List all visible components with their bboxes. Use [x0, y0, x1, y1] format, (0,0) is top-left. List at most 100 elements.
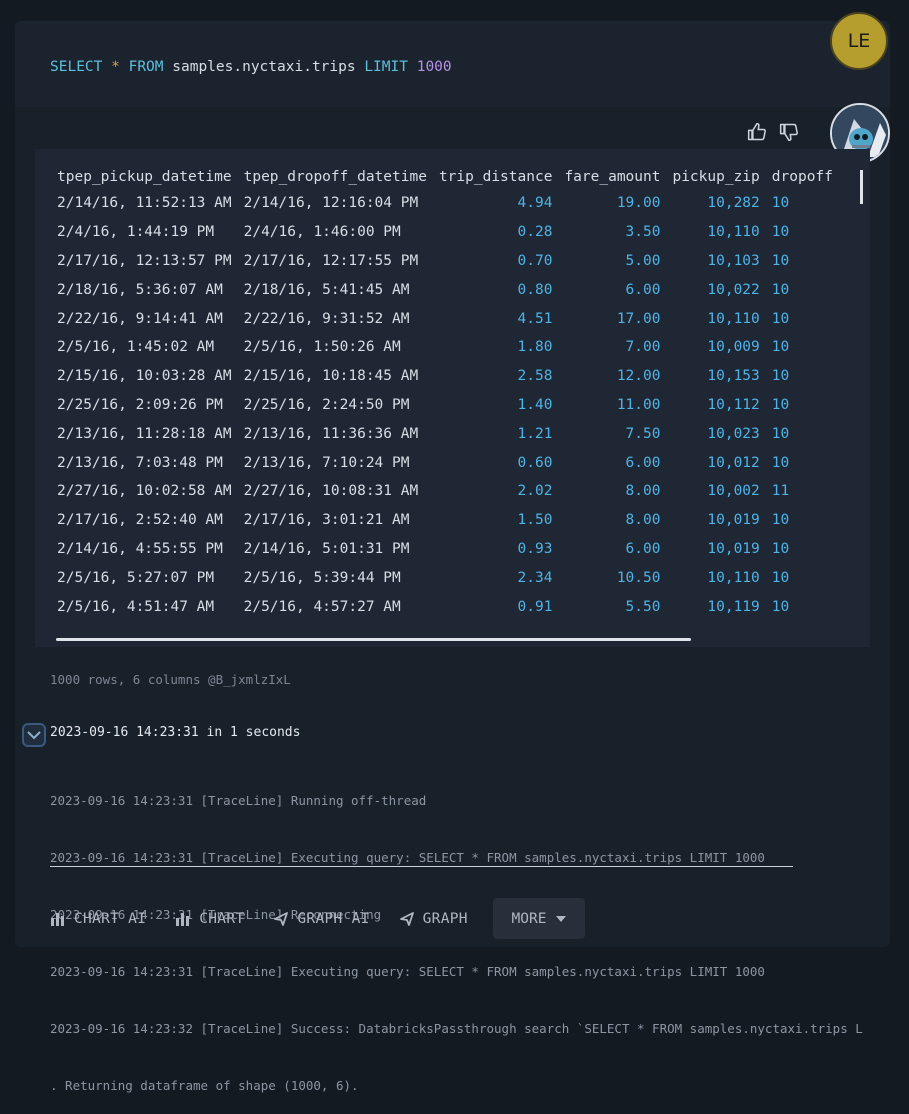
- thumbs-down-button[interactable]: [779, 122, 799, 146]
- table-cell: 17.00: [616, 310, 661, 327]
- caret-down-icon: [556, 915, 567, 922]
- table-cell: 2/17/16, 12:17:55 PM: [243, 252, 419, 269]
- table-row[interactable]: 2/17/16, 2:52:40 AM 2/17/16, 3:01:21 AM 1.…: [52, 506, 840, 535]
- table-row[interactable]: 2/5/16, 5:27:07 PM 2/5/16, 5:39:44 PM 2.34…: [52, 563, 840, 592]
- sql-table-name: trips: [311, 59, 356, 75]
- graph-ai-button[interactable]: GRAPH AI: [273, 911, 369, 927]
- table-row[interactable]: 2/27/16, 10:02:58 AM 2/27/16, 10:08:31 AM…: [52, 477, 840, 506]
- table-cell: 10: [771, 368, 790, 385]
- table-cell: 6.00: [625, 281, 661, 298]
- table-row[interactable]: 2/14/16, 11:52:13 AM 2/14/16, 12:16:04 PM…: [52, 189, 840, 218]
- table-row[interactable]: 2/25/16, 2:09:26 PM 2/25/16, 2:24:50 PM 1.…: [52, 391, 840, 420]
- table-cell: 10,103: [707, 252, 760, 269]
- sql-limit-value: 1000: [416, 59, 452, 75]
- button-label: GRAPH AI: [297, 910, 370, 927]
- sql-keyword-select: SELECT: [50, 59, 103, 75]
- table-cell: 2/22/16, 9:14:41 AM: [57, 310, 223, 327]
- log-scrollbar[interactable]: [50, 866, 793, 867]
- log-line: 2023-09-16 14:23:31 [TraceLine] Executin…: [50, 964, 765, 979]
- table-cell: 2/18/16, 5:36:07 AM: [57, 281, 223, 298]
- table-cell: 3.50: [625, 224, 661, 241]
- table-cell: 2/27/16, 10:02:58 AM: [57, 483, 232, 500]
- table-row[interactable]: 2/22/16, 9:14:41 AM 2/22/16, 9:31:52 AM 4.…: [52, 304, 840, 333]
- table-cell: 6.00: [625, 540, 661, 557]
- graph-button[interactable]: GRAPH: [399, 911, 468, 927]
- table-row[interactable]: 2/13/16, 11:28:18 AM 2/13/16, 11:36:36 AM…: [52, 419, 840, 448]
- table-row[interactable]: 2/4/16, 1:44:19 PM 2/4/16, 1:46:00 PM 0.28…: [52, 218, 840, 247]
- table-cell: 2/13/16, 7:03:48 PM: [57, 454, 223, 471]
- column-header[interactable]: tpep_dropoff_datetime: [239, 165, 434, 189]
- table-cell: 2/13/16, 11:36:36 AM: [243, 425, 419, 442]
- column-header[interactable]: trip_distance: [434, 165, 560, 189]
- table-row[interactable]: 2/15/16, 10:03:28 AM 2/15/16, 10:18:45 AM…: [52, 362, 840, 391]
- table-cell: 10: [771, 195, 790, 212]
- table-cell: 10,153: [707, 368, 760, 385]
- table-cell: 2/13/16, 7:10:24 PM: [243, 454, 410, 471]
- table-cell: 10: [771, 454, 790, 471]
- button-label: MORE: [511, 910, 547, 927]
- chart-ai-button[interactable]: CHART AI: [50, 911, 146, 927]
- table-cell: 2/14/16, 11:52:13 AM: [57, 195, 232, 212]
- table-row[interactable]: 2/13/16, 7:03:48 PM 2/13/16, 7:10:24 PM 0.…: [52, 448, 840, 477]
- vertical-scrollbar[interactable]: [860, 170, 863, 204]
- button-label: CHART: [199, 910, 245, 927]
- table-cell: 10: [771, 310, 790, 327]
- table-cell: 8.00: [625, 483, 661, 500]
- table-cell: 10.50: [616, 569, 661, 586]
- table-cell: 1.21: [517, 425, 553, 442]
- collapse-log-button[interactable]: [22, 723, 46, 747]
- table-cell: 2/5/16, 5:39:44 PM: [243, 569, 401, 586]
- column-header[interactable]: fare_amount: [559, 165, 667, 189]
- table-cell: 8.00: [625, 512, 661, 529]
- table-cell: 0.91: [517, 598, 553, 615]
- table-cell: 2/4/16, 1:44:19 PM: [57, 224, 215, 241]
- horizontal-scrollbar[interactable]: [56, 638, 691, 641]
- sql-query-text[interactable]: SELECT * FROM samples.nyctaxi.trips LIMI…: [50, 59, 452, 75]
- table-cell: 10,022: [707, 281, 760, 298]
- thumbs-up-button[interactable]: [747, 122, 767, 146]
- table-cell: 10: [771, 569, 790, 586]
- chart-button[interactable]: CHART: [175, 911, 244, 927]
- table-row[interactable]: 2/14/16, 4:55:55 PM 2/14/16, 5:01:31 PM 0.…: [52, 535, 840, 564]
- button-label: GRAPH: [422, 910, 468, 927]
- sql-table-db: samples: [172, 59, 234, 75]
- column-header[interactable]: pickup_zip: [667, 165, 766, 189]
- table-cell: 2/15/16, 10:03:28 AM: [57, 368, 232, 385]
- table-cell: 5.50: [625, 598, 661, 615]
- table-cell: 2/15/16, 10:18:45 AM: [243, 368, 419, 385]
- column-header[interactable]: tpep_pickup_datetime: [52, 165, 239, 189]
- table-cell: 7.00: [625, 339, 661, 356]
- table-cell: 0.28: [517, 224, 553, 241]
- table-cell: 1.40: [517, 396, 553, 413]
- thumbs-down-icon: [779, 123, 798, 142]
- table-cell: 11: [771, 483, 790, 500]
- table-cell: 0.60: [517, 454, 553, 471]
- table-cell: 2/5/16, 4:57:27 AM: [243, 598, 401, 615]
- table-cell: 10: [771, 512, 790, 529]
- table-row[interactable]: 2/5/16, 1:45:02 AM 2/5/16, 1:50:26 AM 1.80…: [52, 333, 840, 362]
- table-cell: 6.00: [625, 454, 661, 471]
- table-cell: 1.50: [517, 512, 553, 529]
- table-cell: 2/17/16, 12:13:57 PM: [57, 252, 232, 269]
- table-cell: 2.02: [517, 483, 553, 500]
- table-cell: 10,002: [707, 483, 760, 500]
- table-cell: 19.00: [616, 195, 661, 212]
- table-cell: 2/5/16, 1:45:02 AM: [57, 339, 215, 356]
- action-toolbar: CHART AI CHART GRAPH AI GRAPH: [50, 898, 497, 939]
- table-cell: 10,112: [707, 396, 760, 413]
- table-cell: 2/14/16, 12:16:04 PM: [243, 195, 419, 212]
- execution-timing: 2023-09-16 14:23:31 in 1 seconds: [50, 725, 301, 740]
- table-cell: 10: [771, 598, 790, 615]
- log-line: . Returning dataframe of shape (1000, 6)…: [50, 1078, 359, 1093]
- table-cell: 2/25/16, 2:09:26 PM: [57, 396, 223, 413]
- more-menu-button[interactable]: MORE: [493, 898, 585, 939]
- table-row[interactable]: 2/5/16, 4:51:47 AM 2/5/16, 4:57:27 AM 0.91…: [52, 592, 840, 621]
- table-cell: 10,019: [707, 540, 760, 557]
- column-header[interactable]: dropoff: [767, 165, 840, 189]
- user-avatar: LE: [830, 12, 888, 70]
- table-row[interactable]: 2/18/16, 5:36:07 AM 2/18/16, 5:41:45 AM 0.…: [52, 275, 840, 304]
- results-table-container[interactable]: tpep_pickup_datetime tpep_dropoff_dateti…: [35, 149, 870, 647]
- table-row[interactable]: 2/17/16, 12:13:57 PM 2/17/16, 12:17:55 PM…: [52, 247, 840, 276]
- table-cell: 2/4/16, 1:46:00 PM: [243, 224, 401, 241]
- table-cell: 2/13/16, 11:28:18 AM: [57, 425, 232, 442]
